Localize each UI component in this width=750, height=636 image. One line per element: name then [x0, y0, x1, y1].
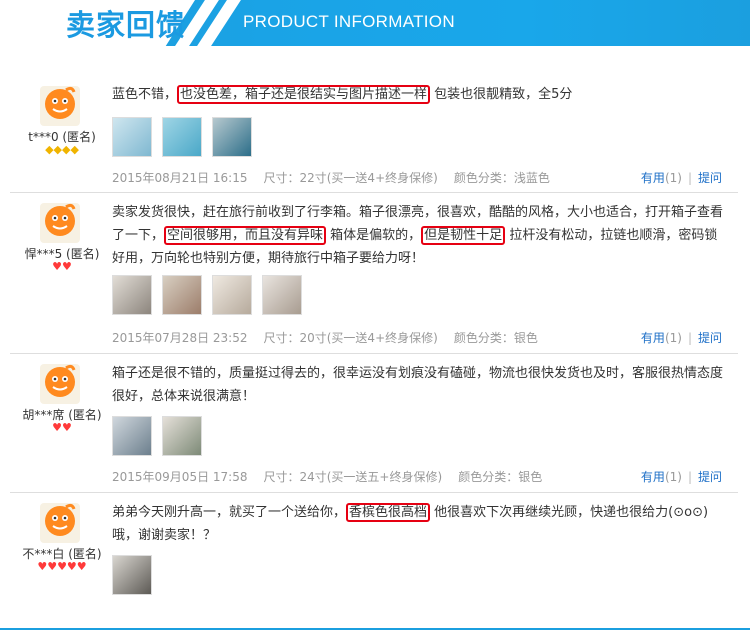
review-item: t***0 (匿名) ◆◆◆◆ 蓝色不错， 也没色差，箱子还是很结实与图片描述一样… [10, 80, 738, 193]
highlight-text: 也没色差，箱子还是很结实与图片描述一样 [177, 85, 431, 104]
photo-thumbnail[interactable] [112, 117, 152, 157]
review-text: 蓝色不错， 也没色差，箱子还是很结实与图片描述一样 包装也很靓精致，全5分 [112, 83, 728, 106]
photo-thumbnail[interactable] [112, 275, 152, 315]
useful-count: (1) [664, 470, 682, 484]
highlight-text: 香槟色很高档 [346, 503, 431, 522]
review-color: 颜色分类：浅蓝色 [453, 171, 550, 185]
header-banner: 卖家回馈 PRODUCT INFORMATION [0, 0, 750, 46]
photo-thumbnail[interactable] [162, 117, 203, 157]
review-date: 2015年09月05日 17:58 [112, 470, 248, 484]
rank-hearts-icon: ♥♥♥♥♥ [37, 560, 87, 573]
photo-thumbnail[interactable] [162, 416, 203, 456]
useful-link[interactable]: 有用 [641, 171, 665, 185]
review-text: 卖家发货很快，赶在旅行前收到了行李箱。箱子很漂亮，很喜欢，酷酷的风格，大小也适合… [112, 201, 728, 270]
avatar [40, 503, 80, 543]
photo-thumbnail[interactable] [112, 555, 152, 595]
rank-hearts-icon: ♥♥ [52, 260, 72, 273]
review-text: 弟弟今天刚升高一，就买了一个送给你， 香槟色很高档 他很喜欢下次再继续光顾，快递也… [112, 501, 728, 547]
ask-link[interactable]: 提问 [698, 331, 722, 345]
text-part: 弟弟今天刚升高一，就买了一个送给你， [112, 505, 347, 520]
review-actions: 有用(1) | 提问 [641, 329, 722, 346]
review-meta: 2015年07月28日 23:52 尺寸：20寸(买一送4+终身保修) 颜色分类：银… [112, 329, 554, 346]
review-text: 箱子还是很不错的，质量挺过得去的，很幸运没有划痕没有磕碰，物流也很快发货也及时，… [112, 366, 724, 404]
photo-thumbnail[interactable] [112, 416, 152, 456]
photo-thumbnail[interactable] [162, 275, 203, 315]
ask-link[interactable]: 提问 [698, 171, 722, 185]
review-size: 尺寸：22寸(买一送4+终身保修) [263, 171, 438, 185]
avatar [40, 86, 80, 126]
ask-link[interactable]: 提问 [698, 470, 722, 484]
review-date: 2015年08月21日 16:15 [112, 171, 248, 185]
photo-thumbnail[interactable] [212, 275, 253, 315]
rank-diamonds-icon: ◆◆◆◆ [45, 143, 79, 156]
rank-hearts-icon: ♥♥ [52, 421, 72, 434]
review-actions: 有用(1) | 提问 [641, 468, 722, 485]
avatar-icon [45, 364, 76, 397]
useful-count: (1) [664, 331, 682, 345]
thumbnail-row [112, 555, 157, 599]
useful-link[interactable]: 有用 [641, 470, 665, 484]
divider: | [687, 331, 692, 345]
useful-link[interactable]: 有用 [641, 331, 665, 345]
review-actions: 有用(1) | 提问 [641, 169, 722, 186]
highlight-text: 但是韧性十足 [421, 226, 506, 245]
text-part: 包装也很靓精致，全5分 [430, 87, 573, 102]
review-date: 2015年07月28日 23:52 [112, 331, 248, 345]
text-part: 箱体是偏软的， [326, 228, 422, 243]
thumbnail-row [112, 416, 207, 460]
divider: | [687, 470, 692, 484]
highlight-text: 空间很够用，而且没有异味 [164, 226, 327, 245]
header-title-en: PRODUCT INFORMATION [243, 12, 455, 31]
bottom-divider [0, 628, 750, 630]
thumbnail-row [112, 117, 257, 161]
review-item: 不***白 (匿名) ♥♥♥♥♥ 弟弟今天刚升高一，就买了一个送给你， 香槟色很高… [10, 493, 738, 607]
review-color: 颜色分类：银色 [453, 331, 538, 345]
avatar-icon [45, 86, 76, 119]
divider: | [687, 171, 692, 185]
text-part: 蓝色不错， [112, 87, 178, 102]
thumbnail-row [112, 275, 307, 319]
review-size: 尺寸：20寸(买一送4+终身保修) [263, 331, 438, 345]
avatar [40, 203, 80, 243]
avatar [40, 364, 80, 404]
photo-thumbnail[interactable] [212, 117, 253, 157]
review-meta: 2015年09月05日 17:58 尺寸：24寸(买一送五+终身保修) 颜色分类：银… [112, 468, 558, 485]
photo-thumbnail[interactable] [262, 275, 303, 315]
review-item: 悍***5 (匿名) ♥♥ 卖家发货很快，赶在旅行前收到了行李箱。箱子很漂亮，很… [10, 193, 738, 354]
useful-count: (1) [664, 171, 682, 185]
review-color: 颜色分类：银色 [458, 470, 543, 484]
avatar-icon [45, 503, 76, 536]
avatar-icon [45, 203, 76, 236]
header-title-cn: 卖家回馈 [66, 8, 187, 42]
review-meta: 2015年08月21日 16:15 尺寸：22寸(买一送4+终身保修) 颜色分类：浅… [112, 169, 566, 186]
review-item: 胡***席 (匿名) ♥♥ 箱子还是很不错的，质量挺过得去的，很幸运没有划痕没有… [10, 354, 738, 493]
review-size: 尺寸：24寸(买一送五+终身保修) [263, 470, 443, 484]
review-panel: t***0 (匿名) ◆◆◆◆ 蓝色不错， 也没色差，箱子还是很结实与图片描述一样… [10, 80, 738, 608]
